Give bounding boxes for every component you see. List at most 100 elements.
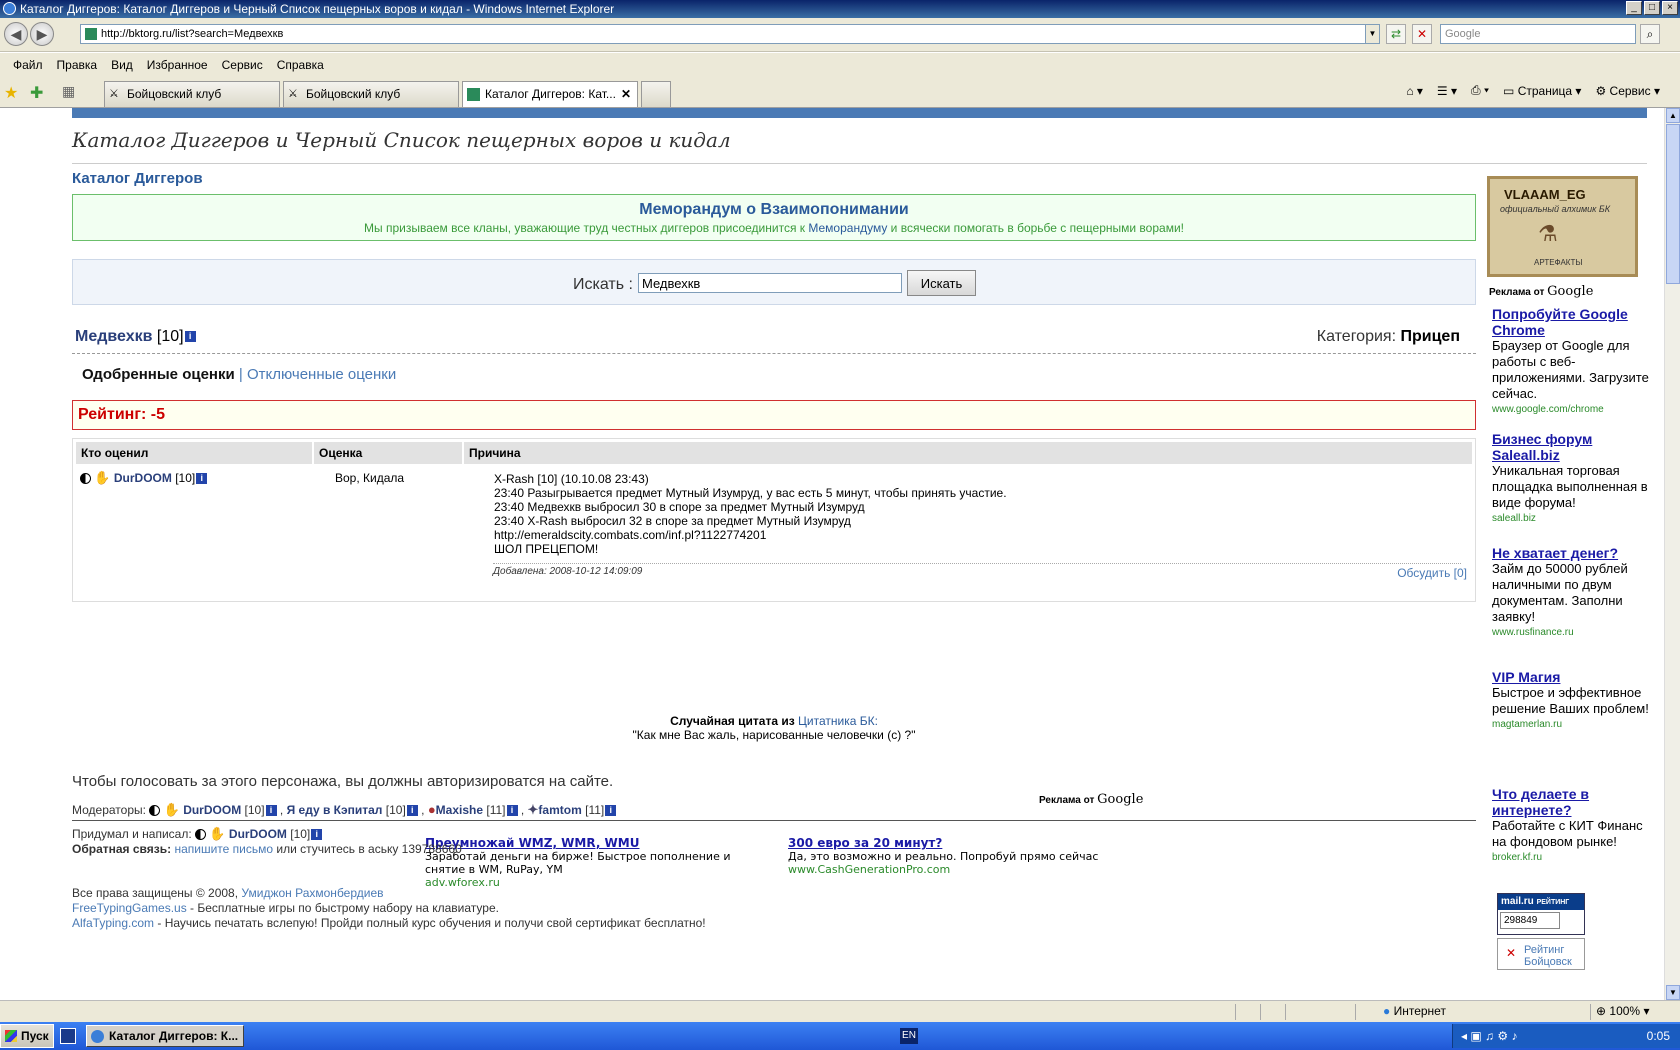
close-tab-icon[interactable]: ✕ — [621, 82, 631, 106]
discuss-link[interactable]: Обсудить [0] — [1397, 566, 1467, 580]
maximize-button[interactable]: □ — [1644, 1, 1660, 15]
quick-tabs-icon[interactable]: ▦ — [62, 83, 75, 100]
ads-by-google[interactable]: Реклама от Google — [1039, 792, 1143, 807]
ad-title[interactable]: 300 евро за 20 минут? — [788, 836, 1108, 850]
category: Категория: Прицеп — [1317, 328, 1460, 346]
breadcrumb[interactable]: Каталог Диггеров — [72, 170, 203, 187]
info-icon[interactable]: i — [184, 331, 196, 343]
address-url: http://bktorg.ru/list?search=Медвехкв — [101, 28, 284, 40]
menu-favorites[interactable]: Избранное — [140, 58, 215, 72]
forward-button[interactable]: ▶ — [30, 22, 54, 46]
tab-disabled[interactable]: Отключенные оценки — [247, 366, 396, 383]
language-indicator[interactable]: EN — [900, 1028, 918, 1044]
ad-url[interactable]: www.CashGenerationPro.com — [788, 863, 1108, 876]
search-button[interactable]: Искать — [907, 270, 976, 296]
ad-title[interactable]: Преумножай WMZ, WMR, WMU — [425, 836, 735, 850]
quote-header: Случайная цитата из Цитатника БК: — [72, 714, 1476, 728]
ad-title[interactable]: Бизнес форум Saleall.biz — [1492, 431, 1652, 463]
vertical-scrollbar[interactable]: ▲ ▼ — [1664, 108, 1680, 1000]
moderator-link[interactable]: Maxishe — [436, 803, 483, 817]
character-name[interactable]: Медвехкв [10] i — [75, 328, 196, 346]
refresh-icon[interactable]: ⇄ — [1386, 24, 1406, 44]
rating-banner: Рейтинг: -5 — [72, 400, 1476, 430]
back-button[interactable]: ◀ — [4, 22, 28, 46]
search-field[interactable] — [638, 273, 902, 293]
info-icon[interactable]: i — [196, 473, 208, 485]
menu-tools[interactable]: Сервис — [215, 58, 270, 72]
tab-fightclub-1[interactable]: ⚔ Бойцовский клуб — [104, 81, 280, 107]
alfatyping-link[interactable]: AlfaTyping.com — [72, 916, 154, 930]
scroll-down-icon[interactable]: ▼ — [1666, 985, 1680, 1000]
scroll-thumb[interactable] — [1666, 124, 1680, 284]
search-input[interactable]: Google — [1440, 24, 1636, 44]
feeds-icon[interactable]: ☰ ▾ — [1437, 84, 1457, 98]
address-dropdown-icon[interactable]: ▼ — [1365, 25, 1379, 43]
tab-label: Бойцовский клуб — [306, 87, 401, 101]
tab-separator: | — [238, 366, 243, 383]
memo-title[interactable]: Меморандум о Взаимопонимании — [73, 201, 1475, 219]
zoom-label: 100% — [1609, 1004, 1641, 1018]
feedback-link[interactable]: напишите письмо — [174, 842, 273, 856]
ad-title[interactable]: VIP Магия — [1492, 669, 1652, 685]
added-date: Добавлена: 2008-10-12 14:09:09 — [493, 563, 1461, 577]
ad-title[interactable]: Не хватает денег? — [1492, 545, 1652, 561]
tab-approved[interactable]: Одобренные оценки — [82, 366, 235, 383]
taskbar-task-ie[interactable]: Каталог Диггеров: К... — [86, 1025, 244, 1047]
tab-catalog[interactable]: Каталог Диггеров: Кат... ✕ — [462, 81, 638, 107]
print-icon[interactable]: ⎙ ▾ — [1471, 83, 1489, 98]
quote-link[interactable]: Цитатника БК: — [798, 714, 878, 728]
moderator-link[interactable]: DurDOOM — [183, 803, 241, 817]
ad-url[interactable]: saleall.biz — [1492, 511, 1652, 527]
character-nick[interactable]: Медвехкв — [75, 328, 152, 345]
page-menu[interactable]: ▭ Страница ▾ — [1503, 84, 1581, 98]
favorites-star-icon[interactable]: ★ — [4, 83, 18, 103]
menu-edit[interactable]: Правка — [50, 58, 105, 72]
show-desktop-icon[interactable] — [60, 1028, 76, 1044]
ad-url[interactable]: broker.kf.ru — [1492, 850, 1652, 866]
zoom-control[interactable]: ⊕ 100% ▾ — [1596, 1004, 1649, 1018]
alchemist-banner[interactable]: VLAAAM_EG официальный алхимик БК ⚗ АРТЕФ… — [1487, 176, 1638, 277]
address-field[interactable]: http://bktorg.ru/list?search=Медвехкв ▼ — [80, 24, 1380, 44]
scroll-up-icon[interactable]: ▲ — [1666, 108, 1680, 123]
info-icon[interactable]: i — [605, 805, 617, 817]
add-favorite-icon[interactable]: ✚ — [30, 83, 43, 103]
menu-file[interactable]: Файл — [6, 58, 50, 72]
menu-view[interactable]: Вид — [104, 58, 140, 72]
home-icon[interactable]: ⌂ ▾ — [1406, 84, 1423, 98]
search-icon[interactable]: ⌕ — [1640, 24, 1660, 44]
ad-desc: Браузер от Google для работы с веб-прило… — [1492, 338, 1649, 401]
ad-url[interactable]: www.rusfinance.ru — [1492, 625, 1652, 641]
rating-counter[interactable]: ✕ Рейтинг Бойцовск — [1497, 938, 1585, 970]
ads-by-google[interactable]: Реклама от Google — [1489, 284, 1593, 299]
ad-url[interactable]: adv.wforex.ru — [425, 876, 735, 889]
mailru-counter[interactable]: mail.ru РЕЙТИНГ 298849 — [1497, 893, 1585, 935]
author-link[interactable]: DurDOOM — [229, 827, 287, 841]
minimize-button[interactable]: _ — [1626, 1, 1642, 15]
windows-logo-icon — [5, 1030, 17, 1042]
new-tab-button[interactable] — [641, 81, 671, 107]
counter-sub: РЕЙТИНГ — [1536, 899, 1570, 906]
user-link[interactable]: DurDOOM — [114, 471, 172, 485]
start-button[interactable]: Пуск — [0, 1024, 54, 1048]
menu-help[interactable]: Справка — [270, 58, 331, 72]
memo-link[interactable]: Меморандуму — [808, 221, 887, 235]
rights-link[interactable]: Умиджон Рахмонбердиев — [241, 886, 383, 900]
info-icon[interactable]: i — [506, 805, 518, 817]
stop-icon[interactable]: ✕ — [1412, 24, 1432, 44]
freetyping-link[interactable]: FreeTypingGames.us — [72, 901, 187, 915]
tab-fightclub-2[interactable]: ⚔ Бойцовский клуб — [283, 81, 459, 107]
moderator-link[interactable]: Я еду в Кэпитал — [287, 803, 383, 817]
ad-url[interactable]: www.google.com/chrome — [1492, 402, 1652, 418]
ad-title[interactable]: Что делаете в интернете? — [1492, 786, 1652, 818]
ad-title[interactable]: Попробуйте Google Chrome — [1492, 306, 1652, 338]
tray-icons[interactable]: ◂ ▣ ♫ ⚙ ♪ — [1461, 1024, 1517, 1048]
info-icon[interactable]: i — [265, 805, 277, 817]
category-value: Прицеп — [1400, 328, 1460, 345]
close-window-button[interactable]: × — [1662, 1, 1678, 15]
ad-url[interactable]: magtamerlan.ru — [1492, 717, 1652, 733]
tools-menu[interactable]: ⚙ Сервис ▾ — [1595, 84, 1660, 98]
system-tray: ◂ ▣ ♫ ⚙ ♪ 0:05 — [1452, 1024, 1680, 1048]
moderator-link[interactable]: famtom — [538, 803, 581, 817]
info-icon[interactable]: i — [311, 829, 323, 841]
info-icon[interactable]: i — [406, 805, 418, 817]
